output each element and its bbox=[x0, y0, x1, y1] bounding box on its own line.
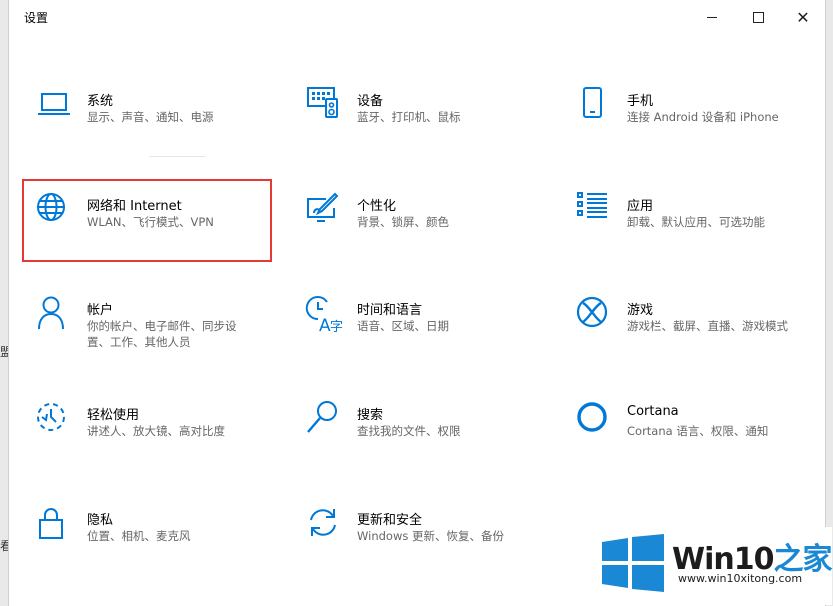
cortana-icon bbox=[577, 402, 613, 438]
settings-tile-name: 轻松使用 bbox=[87, 408, 140, 423]
settings-tile-name: Cortana bbox=[627, 404, 679, 419]
minimize-icon bbox=[707, 16, 717, 18]
settings-tile-name: 个性化 bbox=[357, 199, 397, 214]
settings-tile-desc: Windows 更新、恢复、备份 bbox=[357, 529, 504, 543]
settings-tile-name: 帐户 bbox=[87, 303, 114, 318]
lock-icon bbox=[37, 507, 73, 543]
settings-tile-desc: WLAN、飞行模式、VPN bbox=[87, 215, 214, 229]
ease-of-access-icon bbox=[37, 402, 73, 438]
settings-tile-name: 时间和语言 bbox=[357, 303, 423, 318]
update-sync-icon bbox=[307, 507, 343, 543]
settings-tile-privacy[interactable]: 隐私 位置、相机、麦克风 bbox=[37, 507, 287, 575]
settings-tile-desc: 连接 Android 设备和 iPhone bbox=[627, 110, 779, 124]
settings-tile-gaming[interactable]: 游戏 游戏栏、截屏、直播、游戏模式 bbox=[576, 296, 827, 365]
time-language-icon: A 字 bbox=[305, 296, 343, 336]
title-bar: 设置 ✕ bbox=[9, 0, 825, 34]
settings-tile-desc: 位置、相机、麦克风 bbox=[87, 529, 191, 543]
watermark-url: www.win10xitong.com bbox=[678, 572, 803, 585]
settings-tile-desc: 你的帐户、电子邮件、同步设置、工作、其他人员 bbox=[87, 319, 237, 349]
settings-tile-cortana[interactable]: Cortana Cortana 语言、权限、通知 bbox=[577, 402, 827, 470]
settings-tile-network[interactable]: 网络和 Internet WLAN、飞行模式、VPN bbox=[37, 193, 287, 261]
svg-text:字: 字 bbox=[330, 320, 343, 335]
settings-tile-name: 游戏 bbox=[627, 303, 654, 318]
close-icon: ✕ bbox=[796, 7, 810, 27]
close-button[interactable]: ✕ bbox=[780, 0, 826, 34]
person-icon bbox=[37, 296, 73, 333]
settings-tile-desc: 卸载、默认应用、可选功能 bbox=[627, 215, 765, 229]
settings-tile-update-security[interactable]: 更新和安全 Windows 更新、恢复、备份 bbox=[307, 507, 557, 575]
settings-tile-apps[interactable]: 应用 卸载、默认应用、可选功能 bbox=[577, 192, 827, 261]
xbox-icon bbox=[576, 296, 613, 333]
settings-tile-accounts[interactable]: 帐户 你的帐户、电子邮件、同步设置、工作、其他人员 bbox=[37, 296, 287, 365]
settings-tile-devices[interactable]: 设备 蓝牙、打印机、鼠标 bbox=[307, 87, 557, 156]
personalization-icon bbox=[307, 192, 343, 229]
phone-icon bbox=[577, 87, 613, 124]
settings-tile-desc: 背景、锁屏、颜色 bbox=[357, 215, 449, 229]
globe-icon bbox=[37, 193, 73, 229]
settings-tile-name: 隐私 bbox=[87, 513, 114, 528]
settings-window: 设置 ✕ 系统 显示、声音、通知、电源 设备 蓝牙、打印机、鼠标 手机 连接 A… bbox=[8, 0, 826, 606]
settings-tile-system[interactable]: 系统 显示、声音、通知、电源 bbox=[37, 88, 287, 156]
watermark: Win10之家 www.win10xitong.com bbox=[596, 527, 832, 605]
search-icon bbox=[307, 401, 343, 438]
settings-tile-desc: 讲述人、放大镜、高对比度 bbox=[87, 424, 225, 438]
settings-tile-name: 设备 bbox=[357, 94, 384, 109]
laptop-icon bbox=[37, 88, 73, 124]
settings-tile-personalization[interactable]: 个性化 背景、锁屏、颜色 bbox=[307, 192, 557, 261]
apps-list-icon bbox=[577, 192, 613, 229]
settings-tile-desc: 语音、区域、日期 bbox=[357, 319, 449, 333]
devices-icon bbox=[307, 87, 343, 124]
settings-tile-name: 应用 bbox=[627, 199, 654, 214]
settings-tile-desc: 蓝牙、打印机、鼠标 bbox=[357, 110, 461, 124]
settings-tile-name: 搜索 bbox=[357, 408, 384, 423]
divider bbox=[149, 156, 206, 157]
settings-tile-name: 更新和安全 bbox=[357, 513, 423, 528]
settings-tile-desc: Cortana 语言、权限、通知 bbox=[627, 424, 769, 438]
settings-tile-name: 手机 bbox=[627, 94, 654, 109]
settings-tile-name: 系统 bbox=[87, 94, 114, 109]
settings-tile-desc: 显示、声音、通知、电源 bbox=[87, 110, 214, 124]
maximize-button[interactable] bbox=[735, 0, 781, 34]
settings-tile-ease-of-access[interactable]: 轻松使用 讲述人、放大镜、高对比度 bbox=[37, 402, 287, 470]
settings-tile-name: 网络和 Internet bbox=[87, 199, 182, 214]
settings-tile-desc: 游戏栏、截屏、直播、游戏模式 bbox=[627, 319, 788, 333]
settings-tile-search[interactable]: 搜索 查找我的文件、权限 bbox=[307, 401, 557, 470]
windows-logo-icon bbox=[602, 534, 664, 592]
window-title: 设置 bbox=[24, 11, 49, 25]
maximize-icon bbox=[752, 11, 764, 23]
minimize-button[interactable] bbox=[689, 0, 735, 34]
settings-tile-time-language[interactable]: A 字 时间和语言 语音、区域、日期 bbox=[305, 296, 557, 365]
settings-tile-phone[interactable]: 手机 连接 Android 设备和 iPhone bbox=[577, 87, 827, 156]
settings-tile-desc: 查找我的文件、权限 bbox=[357, 424, 461, 438]
